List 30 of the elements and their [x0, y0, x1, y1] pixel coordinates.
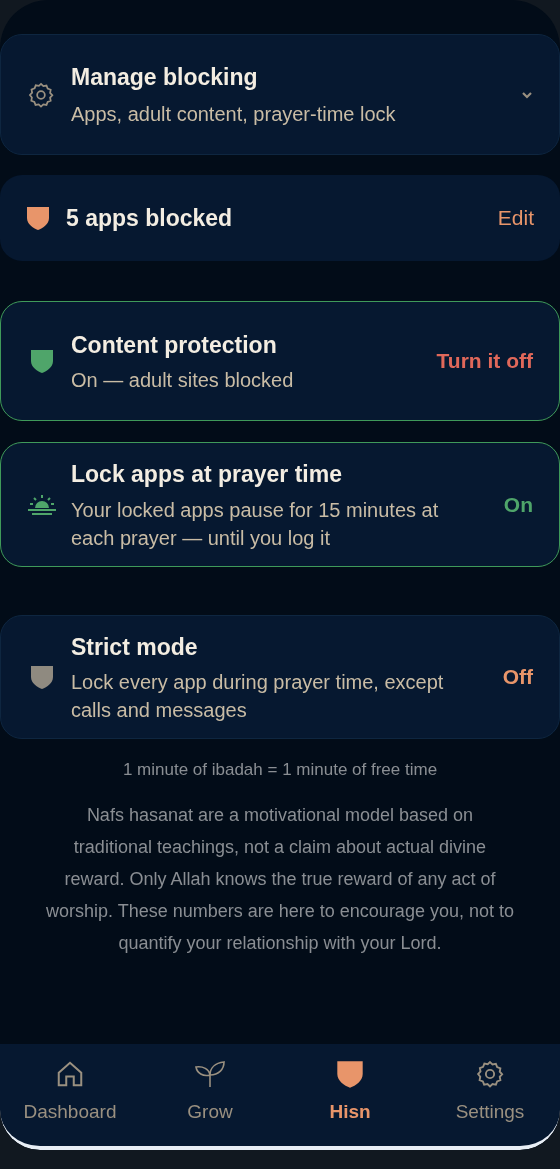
blocked-apps-label: 5 apps blocked [66, 203, 234, 233]
shield-icon [336, 1059, 364, 1089]
nav-tab[interactable]: Hisn [280, 1058, 420, 1127]
edit-button[interactable]: Edit [497, 202, 534, 234]
shield-icon [26, 205, 50, 231]
ratio-note: 1 minute of ibadah = 1 minute of free time [121, 759, 439, 781]
shield-icon [30, 348, 54, 374]
nav-tab[interactable]: Settings [420, 1058, 560, 1127]
disclaimer-text: Nafs hasanat are a motivational model based on traditional teachings, not a claim about actual divine reward. Only Allah knows the true reward of any act of worship. These numbers are here to encourage you, not to quantify your relationship with your Lord. [46, 803, 514, 955]
card-subtitle: Your locked apps pause for 15 minutes at each prayer — until you log it [71, 497, 440, 551]
card-title: Strict mode [71, 632, 199, 662]
nav-tab[interactable]: Grow [140, 1058, 280, 1127]
card-title: Manage blocking [71, 63, 259, 93]
settings-icon [475, 1059, 505, 1089]
shield-icon [30, 663, 54, 690]
card-subtitle: Apps, adult content, prayer-time lock [71, 101, 397, 127]
chevron-icon[interactable] [521, 90, 533, 99]
card-subtitle: Lock every app during prayer time, except calls and messages [71, 670, 445, 723]
nav-tab[interactable]: Dashboard [0, 1058, 140, 1127]
card-subtitle: On — adult sites blocked [71, 368, 295, 394]
sunrise-icon [27, 493, 57, 516]
toggle-button[interactable]: On [503, 488, 533, 520]
home-icon [55, 1059, 85, 1089]
sprout-icon [193, 1059, 227, 1089]
toggle-button[interactable]: Off [502, 661, 533, 693]
card-title: Lock apps at prayer time [71, 460, 343, 489]
card-title: Content protection [71, 330, 278, 360]
manage-blocking-card[interactable]: Manage blocking Apps, adult content, prayer-time lock [0, 34, 560, 155]
toggle-button[interactable]: Turn it off [436, 345, 533, 377]
settings-icon [27, 80, 55, 109]
